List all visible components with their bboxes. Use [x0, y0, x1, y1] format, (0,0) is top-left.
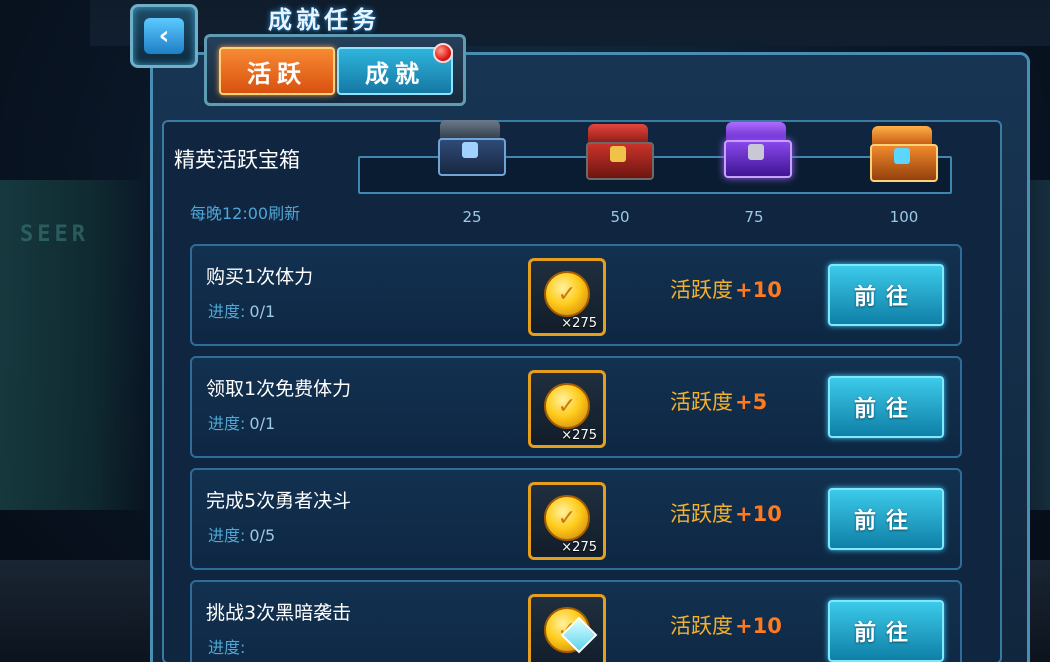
activity-points-value: +10: [735, 502, 782, 526]
task-progress: 进度: 0/1: [208, 410, 275, 434]
back-button[interactable]: ‹: [130, 4, 198, 68]
tab-activity[interactable]: 活跃: [219, 47, 335, 95]
task-progress: 进度: 0/1: [208, 298, 275, 322]
refresh-note: 每晚12:00刷新: [190, 204, 301, 223]
task-progress: 进度: 0/5: [208, 522, 275, 546]
task-name: 完成5次勇者决斗: [206, 490, 352, 512]
task-progress-value: 0/1: [249, 302, 276, 321]
reward-count: ×275: [561, 428, 597, 443]
activity-points-label: 活跃度: [670, 390, 733, 414]
go-button[interactable]: 前往: [828, 600, 944, 662]
task-progress-label: 进度:: [208, 302, 246, 321]
scroll-down-indicator[interactable]: [560, 616, 598, 654]
activity-points-value: +10: [735, 614, 782, 638]
task-progress-label: 进度:: [208, 526, 246, 545]
milestone-label: 75: [744, 208, 764, 226]
task-progress-label: 进度:: [208, 414, 246, 433]
task-progress-value: 0/5: [249, 526, 276, 545]
activity-points: 活跃度+10: [670, 274, 782, 304]
page-title: 成就任务: [268, 6, 380, 34]
notification-dot-icon: [433, 43, 453, 63]
activity-points-value: +5: [735, 390, 768, 414]
orange-chest-icon[interactable]: [866, 124, 938, 182]
reward-slot[interactable]: ✓ ×275: [528, 258, 606, 336]
milestone-label: 50: [610, 208, 630, 226]
game-screen: SEER ‹ 成就任务 活跃 成就 精英活跃宝箱 每晚12:00刷新 25 50…: [0, 0, 1050, 662]
purple-chest-icon[interactable]: [720, 120, 792, 178]
task-progress-label: 进度:: [208, 638, 246, 657]
task-row: 领取1次免费体力 进度: 0/1 ✓ ×275 活跃度+5 前往: [190, 356, 962, 458]
task-progress-value: 0/1: [249, 414, 276, 433]
activity-points-value: +10: [735, 278, 782, 302]
gold-coin-icon: ✓: [544, 383, 590, 429]
task-row: 完成5次勇者决斗 进度: 0/5 ✓ ×275 活跃度+10 前往: [190, 468, 962, 570]
background-bottom-left: [0, 560, 170, 662]
activity-points-label: 活跃度: [670, 278, 733, 302]
gold-coin-icon: ✓: [544, 495, 590, 541]
gold-coin-icon: ✓: [544, 271, 590, 317]
chevron-left-icon: ‹: [144, 18, 184, 54]
reward-count: ×275: [561, 316, 597, 331]
diamond-icon: [560, 616, 598, 654]
task-name: 挑战3次黑暗袭击: [206, 602, 352, 624]
task-progress: 进度:: [208, 634, 249, 658]
steel-chest-icon[interactable]: [434, 118, 506, 176]
go-button[interactable]: 前往: [828, 376, 944, 438]
background-decor-text: SEER: [20, 222, 89, 247]
task-name: 购买1次体力: [206, 266, 314, 288]
activity-points: 活跃度+10: [670, 610, 782, 640]
reward-slot[interactable]: ✓ ×275: [528, 482, 606, 560]
activity-box-title: 精英活跃宝箱: [174, 148, 300, 172]
activity-points: 活跃度+5: [670, 386, 767, 416]
activity-points: 活跃度+10: [670, 498, 782, 528]
tab-bar: 活跃 成就: [204, 34, 466, 106]
task-name: 领取1次免费体力: [206, 378, 352, 400]
task-row: 购买1次体力 进度: 0/1 ✓ ×275 活跃度+10 前往: [190, 244, 962, 346]
milestone-label: 100: [889, 208, 919, 226]
red-chest-icon[interactable]: [582, 122, 654, 180]
reward-slot[interactable]: ✓ ×275: [528, 370, 606, 448]
reward-count: ×275: [561, 540, 597, 555]
activity-points-label: 活跃度: [670, 502, 733, 526]
milestone-label: 25: [462, 208, 482, 226]
activity-points-label: 活跃度: [670, 614, 733, 638]
go-button[interactable]: 前往: [828, 488, 944, 550]
go-button[interactable]: 前往: [828, 264, 944, 326]
